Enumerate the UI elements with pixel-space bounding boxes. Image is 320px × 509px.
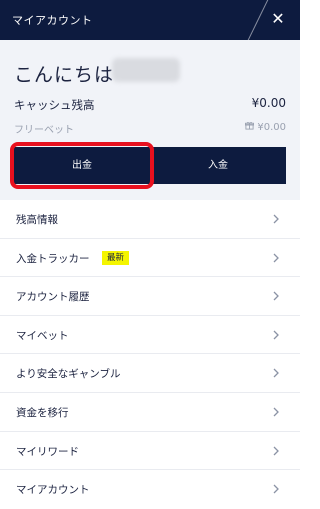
chevron-right-icon: [273, 253, 279, 263]
free-bet-value: ¥0.00: [257, 122, 286, 133]
menu-item-account-history[interactable]: アカウント履歴: [0, 277, 300, 316]
cash-balance-value: ¥0.00: [251, 96, 286, 110]
menu-item-label: マイベット: [16, 329, 69, 342]
menu-item-my-rewards[interactable]: マイリワード: [0, 432, 300, 471]
menu-item-label: マイリワード: [16, 445, 79, 458]
chevron-right-icon: [273, 484, 279, 494]
new-badge: 最新: [102, 250, 130, 265]
chevron-right-icon: [273, 368, 279, 378]
free-bet-label: フリーベット: [14, 125, 74, 136]
header-title: マイアカウント: [12, 14, 93, 27]
menu-item-transfer-funds[interactable]: 資金を移行: [0, 393, 300, 432]
gift-icon: [245, 121, 255, 133]
chevron-right-icon: [273, 291, 279, 301]
chevron-right-icon: [273, 330, 279, 340]
account-menu: 残高情報 入金トラッカー 最新 アカウント履歴 マイベット より安全なギャンブル…: [0, 200, 300, 509]
chevron-right-icon: [273, 214, 279, 224]
menu-item-label: アカウント履歴: [16, 291, 90, 304]
username-redacted: [112, 58, 180, 82]
menu-item-label: 入金トラッカー: [16, 252, 90, 265]
chevron-right-icon: [273, 446, 279, 456]
menu-item-label: より安全なギャンブル: [16, 368, 121, 381]
menu-item-my-account[interactable]: マイアカウント: [0, 470, 300, 509]
menu-item-label: 資金を移行: [16, 406, 69, 419]
menu-item-label: マイアカウント: [16, 484, 90, 497]
deposit-button[interactable]: 入金: [150, 147, 286, 184]
menu-item-label: 残高情報: [16, 214, 58, 226]
menu-item-balance-info[interactable]: 残高情報: [0, 200, 300, 239]
withdraw-highlight-annotation: [10, 142, 154, 189]
header-decoration-line: [245, 0, 270, 40]
menu-item-deposit-tracker[interactable]: 入金トラッカー 最新: [0, 239, 300, 278]
header-bar: マイアカウント ✕: [0, 0, 300, 40]
greeting-text: こんにちは: [14, 64, 115, 86]
menu-item-my-bets[interactable]: マイベット: [0, 316, 300, 355]
menu-item-safer-gambling[interactable]: より安全なギャンブル: [0, 354, 300, 393]
close-icon[interactable]: ✕: [268, 9, 288, 29]
free-bet-amount: ¥0.00: [245, 121, 286, 133]
cash-balance-label: キャッシュ残高: [14, 98, 95, 112]
chevron-right-icon: [273, 407, 279, 417]
